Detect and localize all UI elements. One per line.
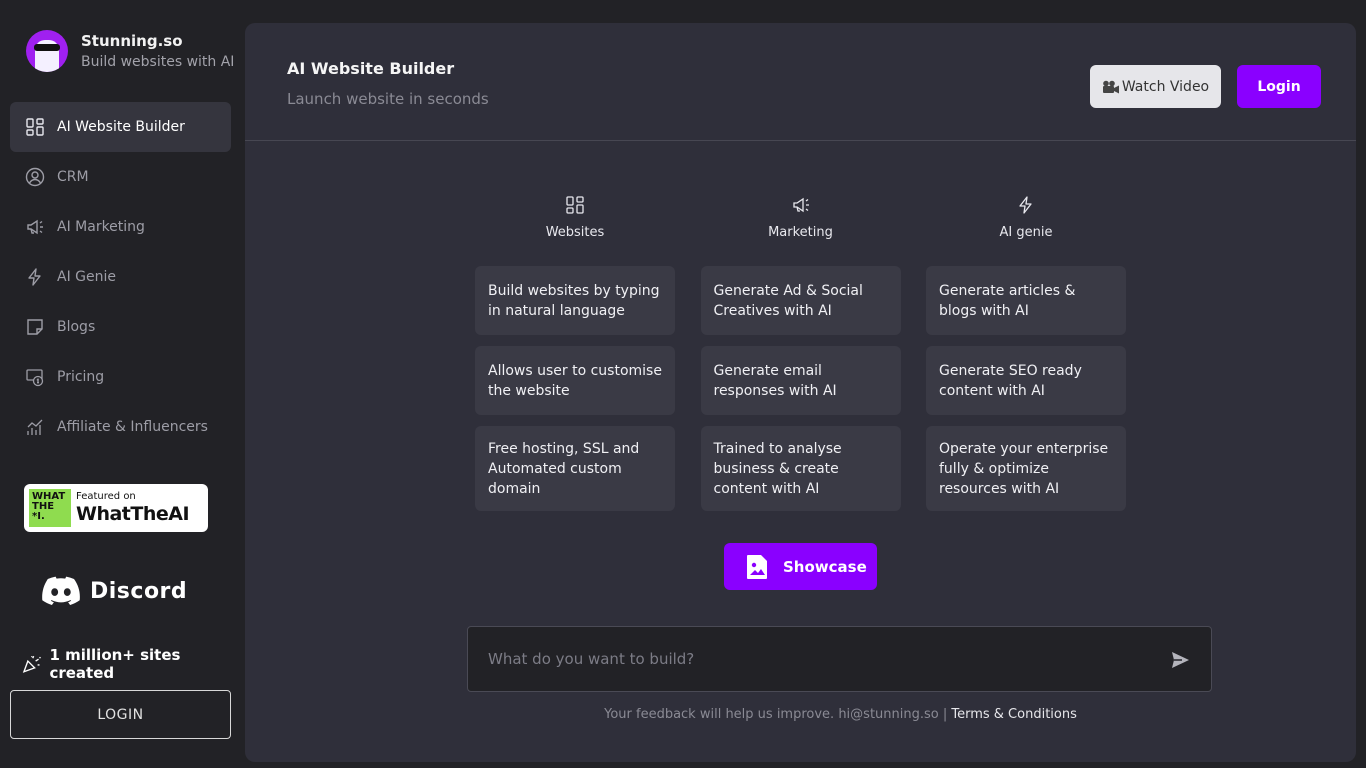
feature-card[interactable]: Generate articles & blogs with AI: [926, 266, 1126, 335]
sites-created-text: 1 million+ sites created: [49, 646, 181, 682]
discord-icon: [42, 576, 80, 605]
featured-label: Featured on: [76, 491, 136, 502]
sidebar-item-crm[interactable]: CRM: [10, 152, 231, 202]
main-panel: AI Website Builder Launch website in sec…: [245, 23, 1356, 762]
sidebar-item-label: AI Website Builder: [57, 119, 185, 135]
sidebar-item-label: Affiliate & Influencers: [57, 419, 208, 435]
sidebar-item-ai-marketing[interactable]: AI Marketing: [10, 202, 231, 252]
sidebar-item-blogs[interactable]: Blogs: [10, 302, 231, 352]
showcase-label: Showcase: [783, 557, 867, 576]
sidebar-item-ai-website-builder[interactable]: AI Website Builder: [10, 102, 231, 152]
feature-card[interactable]: Operate your enterprise fully & optimize…: [926, 426, 1126, 511]
sidebar-item-label: Pricing: [57, 369, 105, 385]
watch-video-button[interactable]: Watch Video: [1090, 65, 1221, 108]
sidebar-nav: AI Website Builder CRM AI Marketing AI G…: [10, 102, 231, 452]
note-icon: [25, 317, 45, 337]
column-marketing: Marketing Generate Ad & Social Creatives…: [700, 193, 901, 522]
sidebar-item-label: CRM: [57, 169, 89, 185]
cat-logo-icon: [26, 30, 68, 72]
column-ai-genie: AI genie Generate articles & blogs with …: [926, 193, 1126, 522]
feature-card[interactable]: Free hosting, SSL and Automated custom d…: [475, 426, 675, 511]
video-camera-icon: [1102, 80, 1119, 93]
feature-card[interactable]: Generate SEO ready content with AI: [926, 346, 1126, 415]
sidebar-item-pricing[interactable]: Pricing: [10, 352, 231, 402]
sidebar-login-button[interactable]: LOGIN: [10, 690, 231, 739]
sites-created-stat: 1 million+ sites created: [22, 646, 245, 682]
page-subtitle: Launch website in seconds: [287, 90, 489, 108]
column-websites: Websites Build websites by typing in nat…: [475, 193, 675, 522]
featured-name: WhatTheAI: [76, 503, 190, 525]
user-circle-icon: [25, 167, 45, 187]
image-file-icon: [747, 554, 767, 579]
grid-icon: [25, 117, 45, 137]
chart-icon: [25, 417, 45, 437]
megaphone-icon: [792, 197, 809, 213]
sidebar-item-label: Blogs: [57, 319, 96, 335]
column-label: AI genie: [999, 225, 1053, 240]
brand-name: Stunning.so: [81, 31, 183, 50]
brand[interactable]: Stunning.so Build websites with AI: [26, 30, 234, 72]
sidebar: Stunning.so Build websites with AI AI We…: [0, 0, 245, 768]
footer: Your feedback will help us improve. hi@s…: [245, 707, 1356, 722]
brand-tagline: Build websites with AI: [81, 53, 235, 70]
feature-card[interactable]: Build websites by typing in natural lang…: [475, 266, 675, 335]
sidebar-item-label: AI Genie: [57, 269, 116, 285]
column-label: Marketing: [768, 225, 833, 240]
terms-link[interactable]: Terms & Conditions: [951, 707, 1077, 722]
pricing-icon: [25, 367, 45, 387]
build-prompt-input[interactable]: [488, 627, 1138, 691]
login-button[interactable]: Login: [1237, 65, 1321, 108]
feedback-text: Your feedback will help us improve. hi@s…: [604, 707, 952, 722]
featured-on-whattheai-badge[interactable]: WHAT THE *I. Featured on WhatTheAI: [24, 484, 208, 532]
lightning-icon: [25, 267, 45, 287]
watch-video-label: Watch Video: [1121, 78, 1210, 95]
showcase-button[interactable]: Showcase: [724, 543, 877, 590]
feature-card[interactable]: Trained to analyse business & create con…: [700, 426, 901, 511]
sidebar-item-label: AI Marketing: [57, 219, 145, 235]
party-popper-icon: [22, 655, 41, 673]
column-label: Websites: [545, 225, 605, 240]
megaphone-icon: [25, 217, 45, 237]
whattheai-logo: WHAT THE *I.: [29, 489, 71, 527]
prompt-box: [467, 626, 1212, 692]
sidebar-item-affiliate[interactable]: Affiliate & Influencers: [10, 402, 231, 452]
send-icon[interactable]: [1169, 649, 1191, 671]
grid-icon: [566, 196, 584, 214]
lightning-icon: [1019, 196, 1032, 214]
feature-card[interactable]: Generate email responses with AI: [700, 346, 901, 415]
feature-card[interactable]: Generate Ad & Social Creatives with AI: [700, 266, 901, 335]
header: AI Website Builder Launch website in sec…: [245, 23, 1356, 141]
discord-label: Discord: [90, 578, 188, 604]
sidebar-item-ai-genie[interactable]: AI Genie: [10, 252, 231, 302]
feature-columns: Websites Build websites by typing in nat…: [475, 193, 1152, 522]
page-title: AI Website Builder: [287, 59, 455, 78]
discord-link[interactable]: Discord: [42, 576, 187, 606]
feature-card[interactable]: Allows user to customise the website: [475, 346, 675, 415]
